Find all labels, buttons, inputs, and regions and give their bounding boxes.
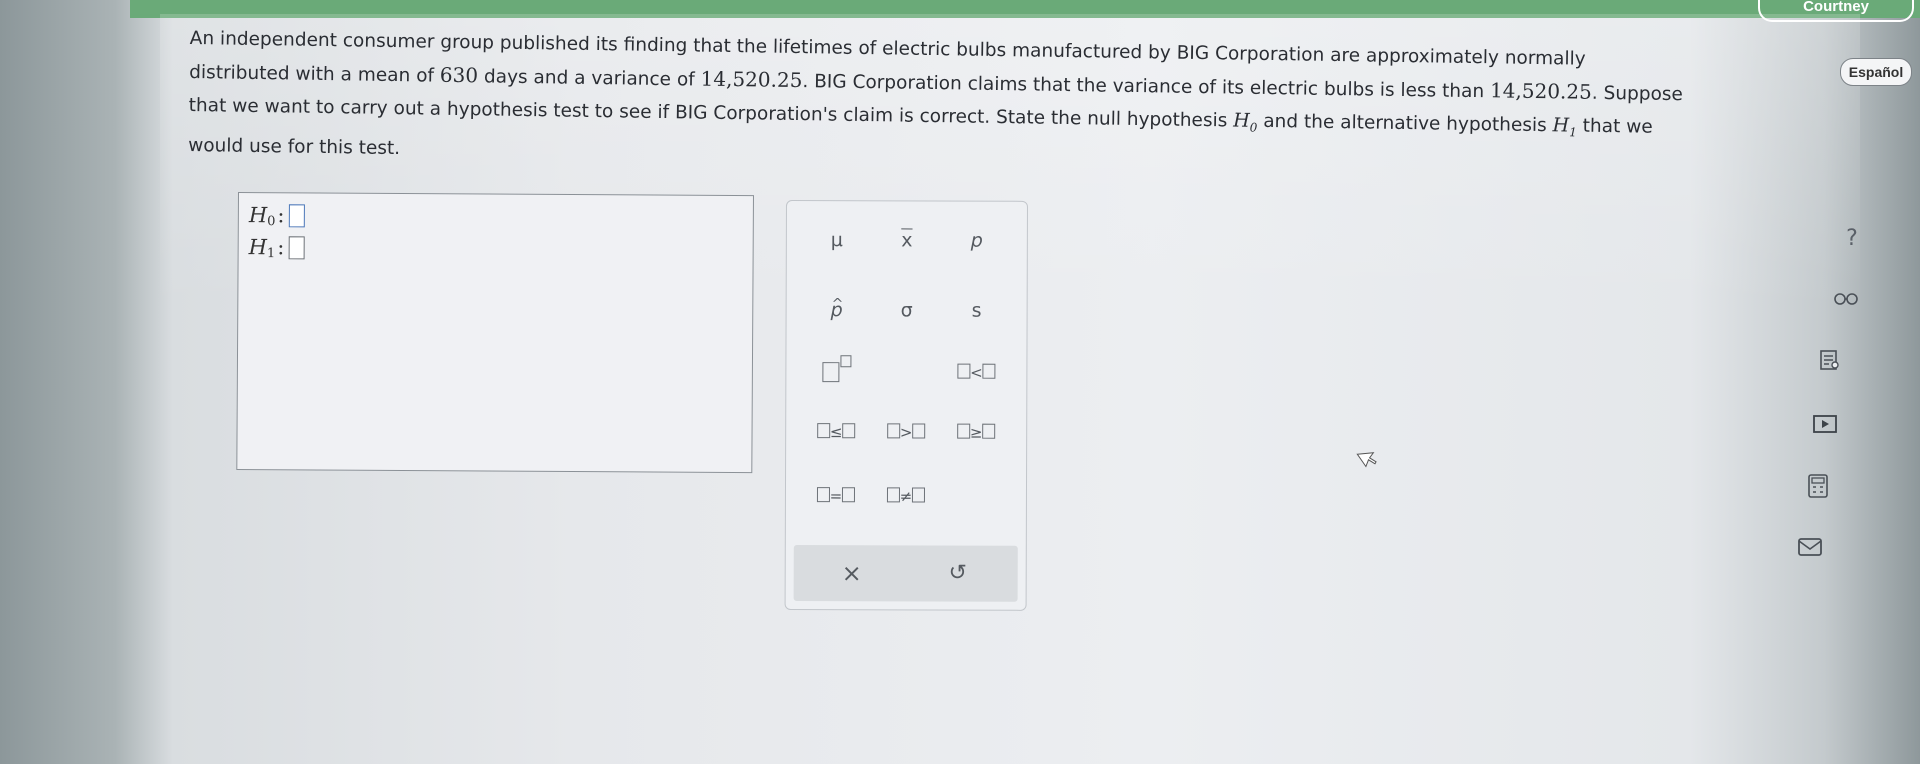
screen: Courtney An independent consumer group p… [0, 0, 1920, 764]
undo-button[interactable]: ↺ [930, 557, 986, 591]
greater-equal-button[interactable]: ≥ [948, 416, 1004, 450]
textbook-icon[interactable] [1816, 346, 1844, 374]
sigma-button[interactable]: σ [879, 293, 935, 327]
calculator-icon[interactable] [1804, 472, 1832, 500]
h1-label: H [248, 235, 268, 260]
h0-input[interactable] [288, 203, 305, 227]
less-equal-button[interactable]: ≤ [808, 415, 864, 449]
h1-input[interactable] [288, 235, 305, 259]
answer-box[interactable]: H0: H1: [236, 192, 754, 474]
h1-row: H1: [248, 235, 305, 261]
help-button[interactable]: ? [1838, 224, 1866, 252]
variance-value: 14,520.25 [700, 66, 803, 93]
palette-footer: × ↺ [793, 545, 1018, 602]
clear-button[interactable]: × [824, 556, 880, 590]
equal-button[interactable]: = [808, 479, 864, 513]
superscript-button[interactable] [808, 355, 864, 389]
not-equal-button[interactable]: ≠ [878, 479, 934, 513]
alt-hypothesis-symbol: H1 [1552, 114, 1577, 140]
mu-button[interactable]: μ [809, 223, 865, 257]
message-icon[interactable] [1796, 533, 1824, 561]
greater-than-button[interactable]: > [878, 415, 934, 449]
phat-button[interactable]: ^ p [809, 293, 865, 327]
h0-label: H [248, 203, 268, 228]
s-button[interactable]: s [949, 294, 1005, 328]
claim-variance-value: 14,520.25 [1489, 78, 1593, 104]
question-text: An independent consumer group published … [188, 22, 1790, 186]
xbar-button[interactable]: x [879, 223, 935, 257]
mean-value: 630 [439, 62, 479, 88]
null-hypothesis-symbol: H0 [1233, 109, 1258, 135]
symbol-palette: μ x p ^ p σ s < ≤ > ≥ = ≠ × ↺ [784, 200, 1028, 611]
p-button[interactable]: p [949, 224, 1005, 258]
language-toggle-button[interactable]: Español [1840, 58, 1912, 86]
glasses-icon[interactable] [1832, 285, 1860, 313]
less-than-button[interactable]: < [948, 356, 1004, 390]
video-icon[interactable] [1811, 410, 1839, 438]
h0-row: H0: [248, 203, 305, 229]
